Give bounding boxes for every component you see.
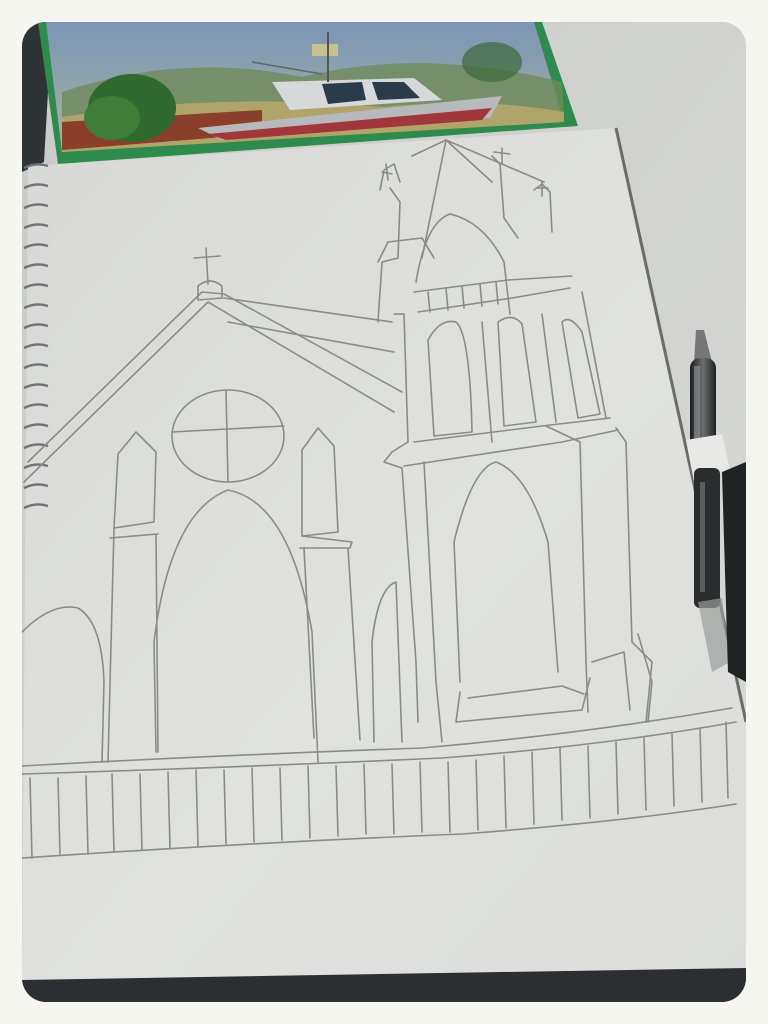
sketchbook-page [22, 128, 746, 980]
photo-scene [22, 22, 746, 1002]
photo-frame [22, 22, 746, 1002]
